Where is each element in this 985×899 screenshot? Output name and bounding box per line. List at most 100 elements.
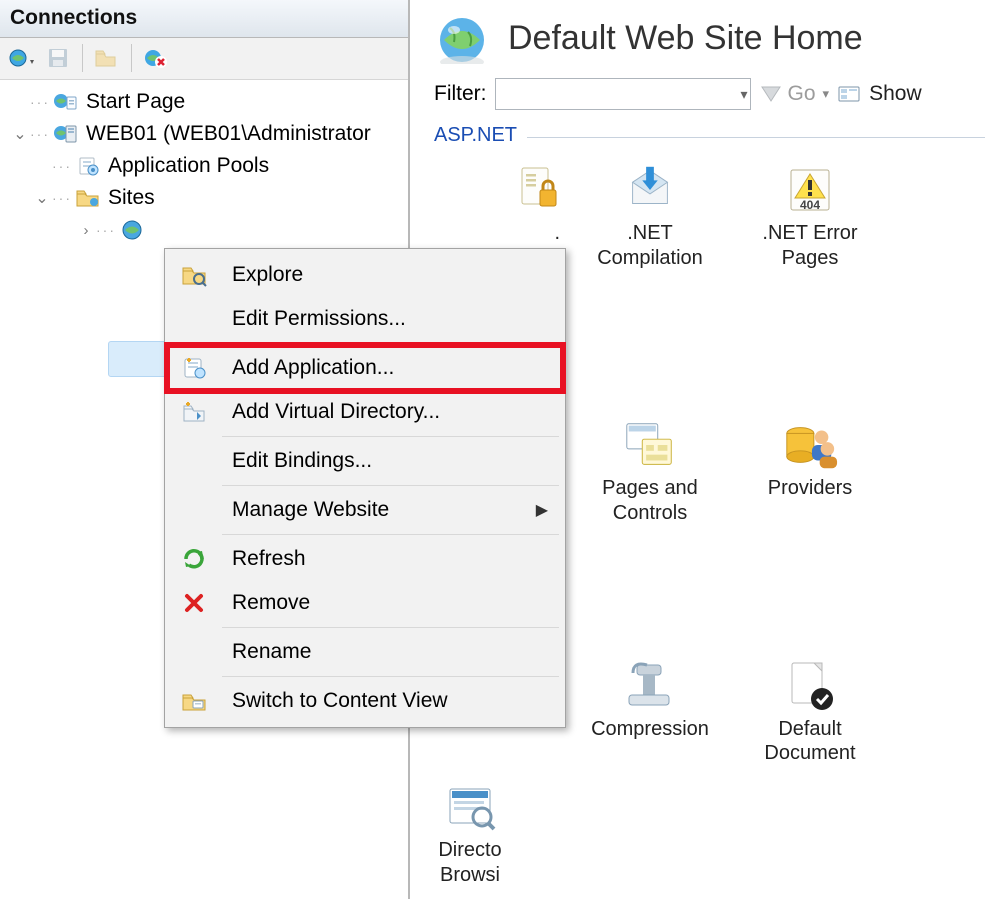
menu-separator: [222, 436, 559, 437]
menu-edit-permissions[interactable]: Edit Permissions...: [168, 297, 562, 341]
menu-explore[interactable]: Explore: [168, 253, 562, 297]
spacer: [34, 157, 50, 175]
tree-dots: ···: [52, 190, 72, 206]
add-vdir-icon: [168, 390, 220, 434]
menu-item-label: Rename: [220, 640, 548, 664]
page-title: Default Web Site Home: [508, 19, 863, 58]
spacer-icon: [168, 630, 220, 674]
menu-item-label: Remove: [220, 591, 548, 615]
feature-label: .NET Error Pages: [730, 221, 890, 271]
menu-separator: [222, 534, 559, 535]
feature-label: Providers: [764, 476, 856, 501]
compilation-icon: [621, 163, 679, 217]
spacer-icon: [168, 297, 220, 341]
feature-label: Directo Browsi: [434, 838, 505, 888]
document-lock-icon: [494, 163, 564, 217]
feature-default-document[interactable]: Default Document: [730, 649, 890, 771]
feature-compression[interactable]: Compression: [570, 649, 730, 771]
refresh-icon: [168, 537, 220, 581]
feature-net-compilation[interactable]: .NET Compilation: [570, 153, 730, 275]
feature-providers[interactable]: Providers: [730, 408, 890, 530]
menu-separator: [222, 343, 559, 344]
tree-start-page[interactable]: ··· Start Page: [0, 86, 408, 118]
connections-tree: ··· Start Page ⌄ ···: [0, 80, 408, 246]
menu-edit-bindings[interactable]: Edit Bindings...: [168, 439, 562, 483]
menu-separator: [222, 627, 559, 628]
connect-dropdown-icon[interactable]: [8, 44, 36, 72]
tree-app-pools[interactable]: ··· Application Pools: [0, 150, 408, 182]
filter-dropdown-icon[interactable]: ▾: [741, 86, 748, 103]
error-pages-icon: 404: [781, 163, 839, 217]
menu-remove[interactable]: Remove: [168, 581, 562, 625]
menu-item-label: Refresh: [220, 547, 548, 571]
go-button[interactable]: Go ▾: [760, 82, 830, 106]
tree-default-site[interactable]: › ···: [0, 214, 408, 246]
menu-separator: [222, 676, 559, 677]
show-all-button[interactable]: Show: [837, 82, 922, 106]
start-page-icon: [52, 90, 80, 114]
toolbar-separator: [82, 44, 83, 72]
menu-item-label: Switch to Content View: [220, 689, 548, 713]
feature-directory-browsing[interactable]: Directo Browsi: [420, 770, 520, 892]
spacer-icon: [168, 488, 220, 532]
open-folder-icon: [93, 44, 121, 72]
tree-label: Application Pools: [108, 154, 269, 178]
menu-manage-website[interactable]: Manage Website ▶: [168, 488, 562, 532]
spacer-icon: [168, 439, 220, 483]
collapse-icon[interactable]: ⌄: [12, 124, 28, 144]
go-label: Go: [788, 82, 816, 106]
group-aspnet: ASP.NET: [416, 120, 985, 149]
menu-item-label: Edit Bindings...: [220, 449, 548, 473]
menu-rename[interactable]: Rename: [168, 630, 562, 674]
feature-net-error-pages[interactable]: 404 .NET Error Pages: [730, 153, 890, 275]
explore-icon: [168, 253, 220, 297]
feature-label: .: [550, 221, 564, 246]
providers-icon: [781, 418, 839, 472]
tree-dots: ···: [30, 94, 50, 110]
menu-refresh[interactable]: Refresh: [168, 537, 562, 581]
tree-server[interactable]: ⌄ ··· WEB01 (WEB01\Administrator: [0, 118, 408, 150]
toolbar-separator: [131, 44, 132, 72]
feature-pages-controls[interactable]: Pages and Controls: [570, 408, 730, 530]
submenu-arrow-icon: ▶: [536, 500, 548, 520]
filter-input[interactable]: [495, 78, 751, 110]
save-icon: [44, 44, 72, 72]
sites-folder-icon: [74, 186, 102, 210]
app-pools-icon: [74, 154, 102, 178]
feature-label: Compression: [587, 717, 713, 742]
site-context-menu: Explore Edit Permissions... Add Applicat…: [164, 248, 566, 728]
feature-label: .NET Compilation: [570, 221, 730, 271]
menu-item-label: Explore: [220, 263, 548, 287]
remove-icon: [168, 581, 220, 625]
default-document-icon: [781, 659, 839, 713]
feature-label: Pages and Controls: [570, 476, 730, 526]
server-icon: [52, 122, 80, 146]
tree-label: Sites: [108, 186, 155, 210]
tree-dots: ···: [52, 158, 72, 174]
menu-separator: [222, 485, 559, 486]
menu-item-label: Manage Website: [220, 498, 536, 522]
directory-browsing-icon: [441, 780, 499, 834]
remove-connection-icon[interactable]: [142, 44, 170, 72]
menu-item-label: Add Application...: [220, 356, 548, 380]
expand-icon[interactable]: ›: [78, 222, 94, 239]
tree-label: WEB01 (WEB01\Administrator: [86, 122, 371, 146]
feature-label: Default Document: [730, 717, 890, 767]
menu-item-label: Add Virtual Directory...: [220, 400, 548, 424]
website-icon: [118, 218, 146, 242]
tree-dots: ···: [30, 126, 50, 142]
menu-add-application[interactable]: Add Application...: [168, 346, 562, 390]
filter-label: Filter:: [434, 82, 487, 106]
pages-controls-icon: [621, 418, 679, 472]
globe-icon: [434, 12, 490, 64]
content-view-icon: [168, 679, 220, 723]
spacer: [12, 93, 28, 111]
menu-switch-content-view[interactable]: Switch to Content View: [168, 679, 562, 723]
menu-add-virtual-directory[interactable]: Add Virtual Directory...: [168, 390, 562, 434]
menu-item-label: Edit Permissions...: [220, 307, 548, 331]
connections-panel-title: Connections: [0, 0, 408, 38]
tree-dots: ···: [96, 222, 116, 238]
tree-label: Start Page: [86, 90, 185, 114]
collapse-icon[interactable]: ⌄: [34, 188, 50, 208]
tree-sites[interactable]: ⌄ ··· Sites: [0, 182, 408, 214]
